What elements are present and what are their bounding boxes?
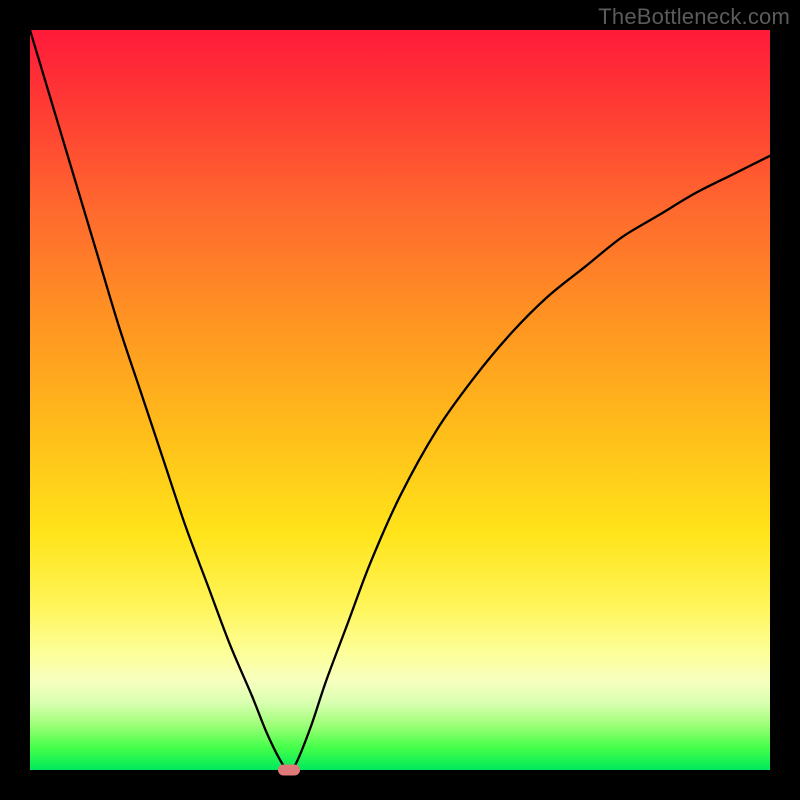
plot-area [30, 30, 770, 770]
minimum-marker [278, 765, 300, 776]
bottleneck-curve [30, 30, 770, 770]
watermark-text: TheBottleneck.com [598, 4, 790, 30]
curve-svg [30, 30, 770, 770]
chart-frame: TheBottleneck.com [0, 0, 800, 800]
